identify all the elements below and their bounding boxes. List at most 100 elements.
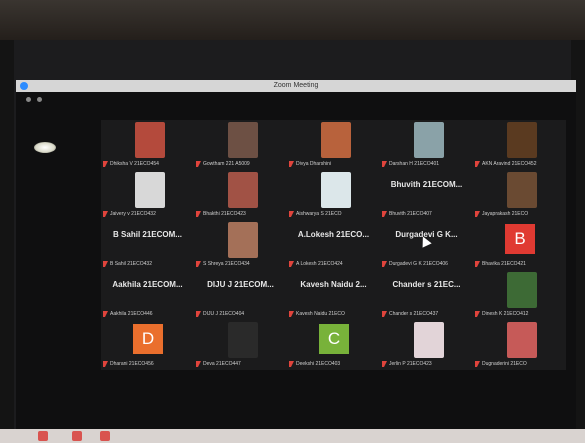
participant-label: Jaivery v 21ECO432 bbox=[110, 211, 156, 217]
participant-tile[interactable]: Kavesh Naidu 2... Kavesh Naidu 21ECO bbox=[287, 270, 380, 320]
participant-tile[interactable]: Dinesh K 21ECO412 bbox=[473, 270, 566, 320]
participant-tile[interactable]: AKN Aravind 21ECO452 bbox=[473, 120, 566, 170]
participant-label: Durgadevi G K 21ECO406 bbox=[389, 261, 448, 267]
taskbar-app-icon[interactable] bbox=[100, 431, 110, 441]
participant-label: B Sahil 21ECO432 bbox=[110, 261, 152, 267]
view-icon[interactable] bbox=[37, 96, 42, 102]
participant-nameplate: Bhavika 21ECO421 bbox=[475, 261, 526, 267]
muted-mic-icon bbox=[382, 361, 387, 367]
muted-mic-icon bbox=[475, 211, 480, 217]
participant-label: Dharani 21ECO456 bbox=[110, 361, 154, 367]
participant-nameplate: Deva 21ECO447 bbox=[196, 361, 241, 367]
participant-tile[interactable]: DIJU J 21ECOM... DIJU J 21ECO404 bbox=[194, 270, 287, 320]
participant-display-name: B Sahil 21ECOM... bbox=[113, 230, 182, 239]
participant-label: S Shreya 21ECO434 bbox=[203, 261, 250, 267]
participant-avatar: B bbox=[505, 224, 535, 254]
participant-video-thumbnail bbox=[507, 272, 537, 308]
participant-label: Jerlin P 21ECO423 bbox=[389, 361, 432, 367]
muted-mic-icon bbox=[289, 261, 294, 267]
participant-tile[interactable]: Chander s 21EC... Chander s 21ECO437 bbox=[380, 270, 473, 320]
participant-nameplate: Deekshi 21ECO403 bbox=[289, 361, 340, 367]
muted-mic-icon bbox=[196, 311, 201, 317]
participant-tile[interactable]: C Deekshi 21ECO403 bbox=[287, 320, 380, 370]
muted-mic-icon bbox=[103, 211, 108, 217]
participant-label: Gowtham 221 A5009 bbox=[203, 161, 250, 167]
participant-tile[interactable]: Jayaprakash 21ECO bbox=[473, 170, 566, 220]
muted-mic-icon bbox=[475, 311, 480, 317]
participant-tile[interactable]: Jerlin P 21ECO423 bbox=[380, 320, 473, 370]
muted-mic-icon bbox=[196, 211, 201, 217]
muted-mic-icon bbox=[196, 161, 201, 167]
participant-tile[interactable]: Aakhila 21ECOM... Aakhila 21ECO446 bbox=[101, 270, 194, 320]
participant-display-name: Aakhila 21ECOM... bbox=[112, 280, 183, 289]
participant-video-thumbnail bbox=[507, 322, 537, 358]
participant-nameplate: AKN Aravind 21ECO452 bbox=[475, 161, 536, 167]
participant-video-thumbnail bbox=[228, 122, 258, 158]
muted-mic-icon bbox=[475, 161, 480, 167]
participant-tile[interactable]: Bhuvith 21ECOM... Bhuvith 21ECO407 bbox=[380, 170, 473, 220]
participant-video-thumbnail bbox=[507, 122, 537, 158]
muted-mic-icon bbox=[103, 161, 108, 167]
participant-label: Divya Dharshini bbox=[296, 161, 332, 167]
participant-label: A Lokesh 21ECO424 bbox=[296, 261, 343, 267]
participant-video-thumbnail bbox=[414, 122, 444, 158]
participant-tile[interactable]: Bhakthi 21ECO423 bbox=[194, 170, 287, 220]
participant-nameplate: Divya Dharshini bbox=[289, 161, 331, 167]
muted-mic-icon bbox=[382, 211, 387, 217]
participant-tile[interactable]: Dugnaderini 21ECO bbox=[473, 320, 566, 370]
participant-label: Dugnaderini 21ECO bbox=[482, 361, 527, 367]
participant-tile[interactable]: Dhiksha V 21ECO454 bbox=[101, 120, 194, 170]
participant-nameplate: Jaivery v 21ECO432 bbox=[103, 211, 156, 217]
participant-label: Deekshi 21ECO403 bbox=[296, 361, 341, 367]
participant-label: Jayaprakash 21ECO bbox=[482, 211, 529, 217]
muted-mic-icon bbox=[103, 311, 108, 317]
participant-tile[interactable]: Darshan H 21ECO401 bbox=[380, 120, 473, 170]
participant-nameplate: Dhiksha V 21ECO454 bbox=[103, 161, 159, 167]
participant-video-thumbnail bbox=[228, 222, 258, 258]
participant-video-thumbnail bbox=[507, 172, 537, 208]
participant-nameplate: S Shreya 21ECO434 bbox=[196, 261, 250, 267]
participant-tile[interactable]: Gowtham 221 A5009 bbox=[194, 120, 287, 170]
participant-tile[interactable]: B Bhavika 21ECO421 bbox=[473, 220, 566, 270]
participant-display-name: DIJU J 21ECOM... bbox=[207, 280, 274, 289]
participant-tile[interactable]: Divya Dharshini bbox=[287, 120, 380, 170]
muted-mic-icon bbox=[475, 361, 480, 367]
taskbar bbox=[0, 429, 585, 443]
participant-video-thumbnail bbox=[321, 122, 351, 158]
participant-nameplate: B Sahil 21ECO432 bbox=[103, 261, 152, 267]
muted-mic-icon bbox=[289, 311, 294, 317]
participant-display-name: Kavesh Naidu 2... bbox=[300, 280, 367, 289]
participant-video-thumbnail bbox=[228, 172, 258, 208]
participant-tile[interactable]: B Sahil 21ECOM... B Sahil 21ECO432 bbox=[101, 220, 194, 270]
taskbar-app-icon[interactable] bbox=[38, 431, 48, 441]
participant-tile[interactable]: S Shreya 21ECO434 bbox=[194, 220, 287, 270]
participant-nameplate: Kavesh Naidu 21ECO bbox=[289, 311, 345, 317]
muted-mic-icon bbox=[289, 361, 294, 367]
participant-nameplate: A Lokesh 21ECO424 bbox=[289, 261, 343, 267]
window-title: Zoom Meeting bbox=[273, 82, 319, 89]
participant-avatar: D bbox=[133, 324, 163, 354]
taskbar-app-icon[interactable] bbox=[72, 431, 82, 441]
participant-label: Darshan H 21ECO401 bbox=[389, 161, 440, 167]
participant-nameplate: Gowtham 221 A5009 bbox=[196, 161, 250, 167]
participant-label: Bhakthi 21ECO423 bbox=[203, 211, 246, 217]
participant-tile[interactable]: A.Lokesh 21ECO... A Lokesh 21ECO424 bbox=[287, 220, 380, 270]
screen-glare bbox=[34, 142, 56, 153]
participant-video-thumbnail bbox=[321, 172, 351, 208]
muted-mic-icon bbox=[196, 361, 201, 367]
participant-label: DIJU J 21ECO404 bbox=[203, 311, 245, 317]
participant-video-thumbnail bbox=[414, 322, 444, 358]
security-shield-icon[interactable] bbox=[26, 96, 31, 102]
participant-nameplate: Aakhila 21ECO446 bbox=[103, 311, 153, 317]
participant-tile[interactable]: Aishwarya S 21ECO bbox=[287, 170, 380, 220]
participant-nameplate: Dugnaderini 21ECO bbox=[475, 361, 527, 367]
participant-tile[interactable]: Deva 21ECO447 bbox=[194, 320, 287, 370]
muted-mic-icon bbox=[289, 161, 294, 167]
participant-nameplate: Chander s 21ECO437 bbox=[382, 311, 438, 317]
participant-nameplate: Bhuvith 21ECO407 bbox=[382, 211, 432, 217]
participant-tile[interactable]: D Dharani 21ECO456 bbox=[101, 320, 194, 370]
muted-mic-icon bbox=[103, 261, 108, 267]
participant-nameplate: Darshan H 21ECO401 bbox=[382, 161, 439, 167]
participant-tile[interactable]: Jaivery v 21ECO432 bbox=[101, 170, 194, 220]
participant-label: Aakhila 21ECO446 bbox=[110, 311, 153, 317]
